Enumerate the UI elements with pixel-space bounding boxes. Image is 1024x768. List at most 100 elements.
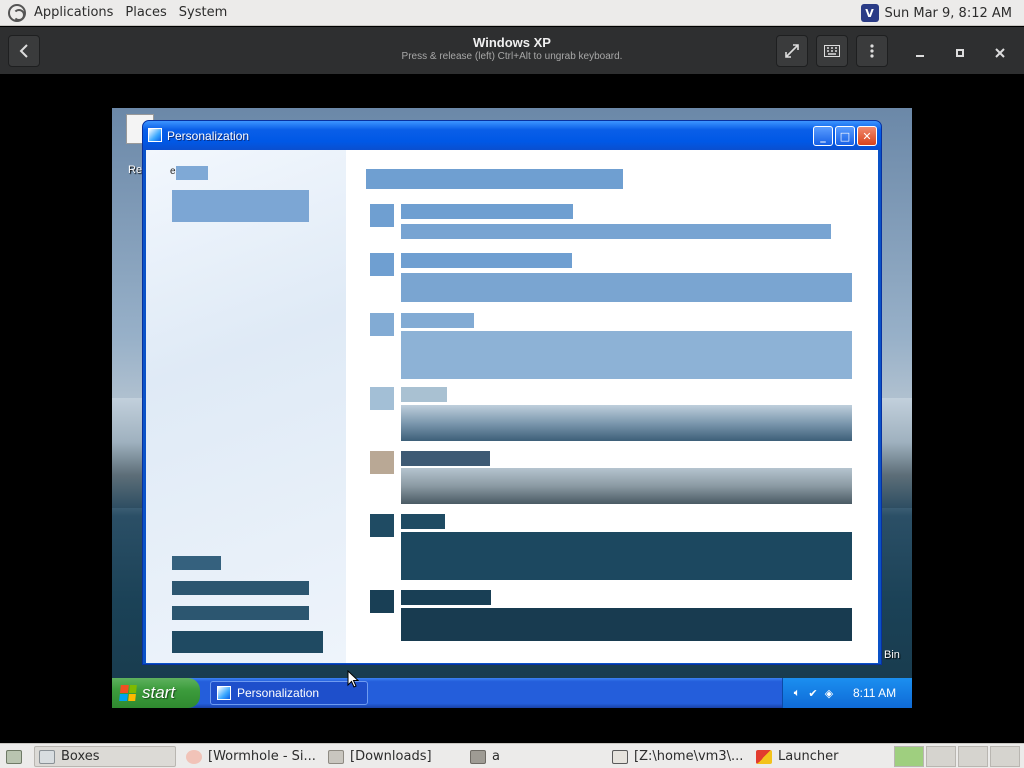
browser-app-icon xyxy=(186,749,202,764)
task-pane-link-placeholder[interactable] xyxy=(172,190,309,222)
setting-desc-placeholder-7 xyxy=(401,608,852,641)
task-label-a: a xyxy=(492,749,500,764)
xp-maximize-button[interactable]: □ xyxy=(835,126,855,146)
see-also-link-placeholder-3[interactable] xyxy=(172,631,323,653)
taskbar-item-wine-path[interactable]: [Z:\home\vm3\... xyxy=(608,746,748,767)
minimize-icon xyxy=(916,55,924,57)
folder-icon xyxy=(470,749,486,764)
setting-desc-placeholder-6 xyxy=(401,532,852,580)
task-label-downloads: [Downloads] xyxy=(350,749,432,764)
volume-icon[interactable]: 🔈︎ xyxy=(791,687,803,699)
taskbar-item-wormhole[interactable]: [Wormhole - Si... xyxy=(182,746,316,767)
taskbar-item-boxes[interactable]: Boxes xyxy=(34,746,176,767)
personalization-window: Personalization _ □ ✕ e xyxy=(142,120,882,665)
task-label-boxes: Boxes xyxy=(61,749,100,764)
see-also-link-placeholder-1[interactable] xyxy=(172,581,309,595)
applications-logo-icon[interactable] xyxy=(8,3,26,22)
task-pane-heading-placeholder xyxy=(176,166,208,180)
vm-display[interactable]: Re Bin Personalization _ □ ✕ e start Per… xyxy=(112,108,912,708)
menu-places[interactable]: Places xyxy=(119,0,172,26)
vm-tray-icon[interactable]: V xyxy=(860,4,879,22)
task-label-launcher: Launcher xyxy=(778,749,839,764)
setting-icon-placeholder-6[interactable] xyxy=(370,514,394,537)
setting-title-placeholder-2[interactable] xyxy=(401,253,572,268)
workspace-1[interactable] xyxy=(894,746,924,767)
menu-system[interactable]: System xyxy=(173,0,233,26)
close-icon xyxy=(995,48,1005,58)
desktop-icon-label-right[interactable]: Bin xyxy=(884,649,900,661)
taskbar-item-a[interactable]: a xyxy=(466,746,600,767)
window-client-area: e xyxy=(146,150,878,663)
setting-icon-placeholder-7[interactable] xyxy=(370,590,394,613)
bottom-panel: Boxes [Wormhole - Si... [Downloads] a [Z… xyxy=(0,743,1024,768)
workspace-2[interactable] xyxy=(926,746,956,767)
vm-menu-button[interactable] xyxy=(856,35,888,67)
see-also-link-placeholder-2[interactable] xyxy=(172,606,309,620)
xp-close-button[interactable]: ✕ xyxy=(857,126,877,146)
personalization-task-icon xyxy=(217,686,231,700)
window-maximize-button[interactable] xyxy=(944,37,976,69)
setting-icon-placeholder-5[interactable] xyxy=(370,451,394,474)
taskbar-item-launcher[interactable]: Launcher xyxy=(752,746,886,767)
setting-icon-placeholder-3[interactable] xyxy=(370,313,394,336)
menu-applications[interactable]: Applications xyxy=(28,0,119,26)
setting-desc-placeholder-1 xyxy=(401,224,831,239)
top-panel: Applications Places System V Sun Mar 9, … xyxy=(0,0,1024,26)
setting-title-placeholder-4[interactable] xyxy=(401,387,447,402)
setting-desc-placeholder-4 xyxy=(401,405,852,441)
desktop-icon-label-left[interactable]: Re xyxy=(128,164,142,176)
setting-icon-placeholder-4[interactable] xyxy=(370,387,394,410)
launcher-app-icon xyxy=(756,749,772,764)
folder-icon xyxy=(328,749,344,764)
task-label-wormhole: [Wormhole - Si... xyxy=(208,749,316,764)
task-pane: e xyxy=(146,150,346,663)
boxes-app-icon xyxy=(39,749,55,764)
xp-clock[interactable]: 8:11 AM xyxy=(853,686,896,700)
fullscreen-button[interactable] xyxy=(776,35,808,67)
start-label: start xyxy=(142,683,176,702)
setting-title-placeholder-1[interactable] xyxy=(401,204,573,219)
setting-title-placeholder-3[interactable] xyxy=(401,313,474,328)
setting-icon-placeholder-2[interactable] xyxy=(370,253,394,276)
fullscreen-icon xyxy=(785,44,799,58)
window-close-button[interactable] xyxy=(984,37,1016,69)
keyboard-button[interactable] xyxy=(816,35,848,67)
setting-desc-placeholder-5 xyxy=(401,468,852,504)
windows-logo-icon xyxy=(119,685,137,701)
workspace-3[interactable] xyxy=(958,746,988,767)
setting-desc-placeholder-2 xyxy=(401,273,852,302)
wine-app-icon xyxy=(612,749,628,764)
xp-minimize-button[interactable]: _ xyxy=(813,126,833,146)
taskbar-item-personalization[interactable]: Personalization xyxy=(210,681,368,705)
top-clock[interactable]: Sun Mar 9, 8:12 AM xyxy=(885,6,1013,21)
workspace-4[interactable] xyxy=(990,746,1020,767)
maximize-icon xyxy=(956,49,964,57)
start-button[interactable]: start xyxy=(112,678,200,708)
content-heading-placeholder xyxy=(366,169,623,189)
top-tray: V Sun Mar 9, 8:12 AM xyxy=(860,0,1013,26)
security-shield-icon[interactable]: ✔ xyxy=(807,687,819,700)
personalization-app-icon xyxy=(148,128,162,142)
taskbar-item-label: Personalization xyxy=(237,686,320,700)
setting-title-placeholder-6[interactable] xyxy=(401,514,445,529)
window-titlebar[interactable]: Personalization _ □ ✕ xyxy=(143,121,881,150)
xp-notification-area: 🔈︎ ✔ ◈ 8:11 AM xyxy=(782,678,912,708)
task-label-wine-path: [Z:\home\vm3\... xyxy=(634,749,744,764)
taskbar-item-downloads[interactable]: [Downloads] xyxy=(324,746,458,767)
task-pane-label: e xyxy=(170,166,176,177)
window-title: Personalization xyxy=(167,129,250,143)
xp-taskbar: start Personalization 🔈︎ ✔ ◈ 8:11 AM xyxy=(112,678,912,708)
show-desktop-icon xyxy=(6,749,22,764)
boxes-header-bar: Windows XP Press & release (left) Ctrl+A… xyxy=(0,27,1024,74)
window-minimize-button[interactable] xyxy=(904,37,936,69)
setting-title-placeholder-5[interactable] xyxy=(401,451,490,466)
content-pane xyxy=(346,150,878,663)
setting-title-placeholder-7[interactable] xyxy=(401,590,491,605)
keyboard-icon xyxy=(824,45,840,57)
setting-desc-placeholder-3 xyxy=(401,331,852,379)
see-also-heading-placeholder xyxy=(172,556,221,570)
setting-icon-placeholder-1[interactable] xyxy=(370,204,394,227)
show-desktop-button[interactable] xyxy=(2,746,24,767)
network-icon[interactable]: ◈ xyxy=(823,687,835,700)
mouse-cursor-icon xyxy=(347,670,359,688)
